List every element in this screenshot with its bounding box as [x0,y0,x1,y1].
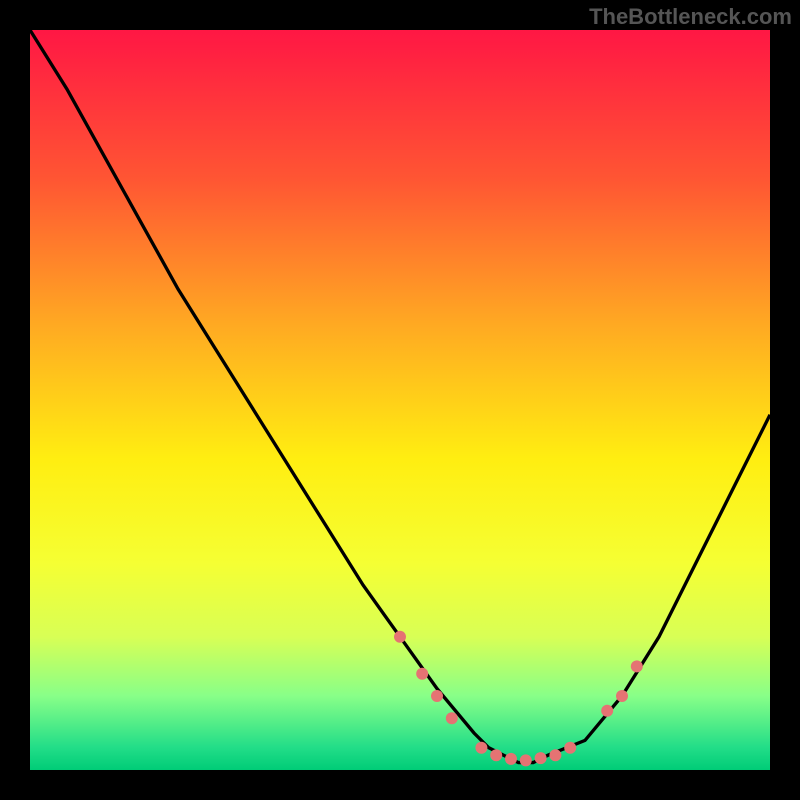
curve-marker [564,742,576,754]
watermark-text: TheBottleneck.com [589,4,792,30]
bottleneck-curve [30,30,770,770]
curve-marker [505,753,517,765]
curve-marker [631,660,643,672]
curve-marker [446,712,458,724]
curve-marker [475,742,487,754]
curve-marker [490,749,502,761]
curve-marker [601,705,613,717]
curve-marker [520,754,532,766]
curve-marker [394,631,406,643]
curve-marker [549,749,561,761]
curve-marker [535,752,547,764]
plot-area [30,30,770,770]
curve-line [30,30,770,763]
curve-marker [416,668,428,680]
curve-marker [616,690,628,702]
curve-markers [394,631,643,767]
curve-marker [431,690,443,702]
